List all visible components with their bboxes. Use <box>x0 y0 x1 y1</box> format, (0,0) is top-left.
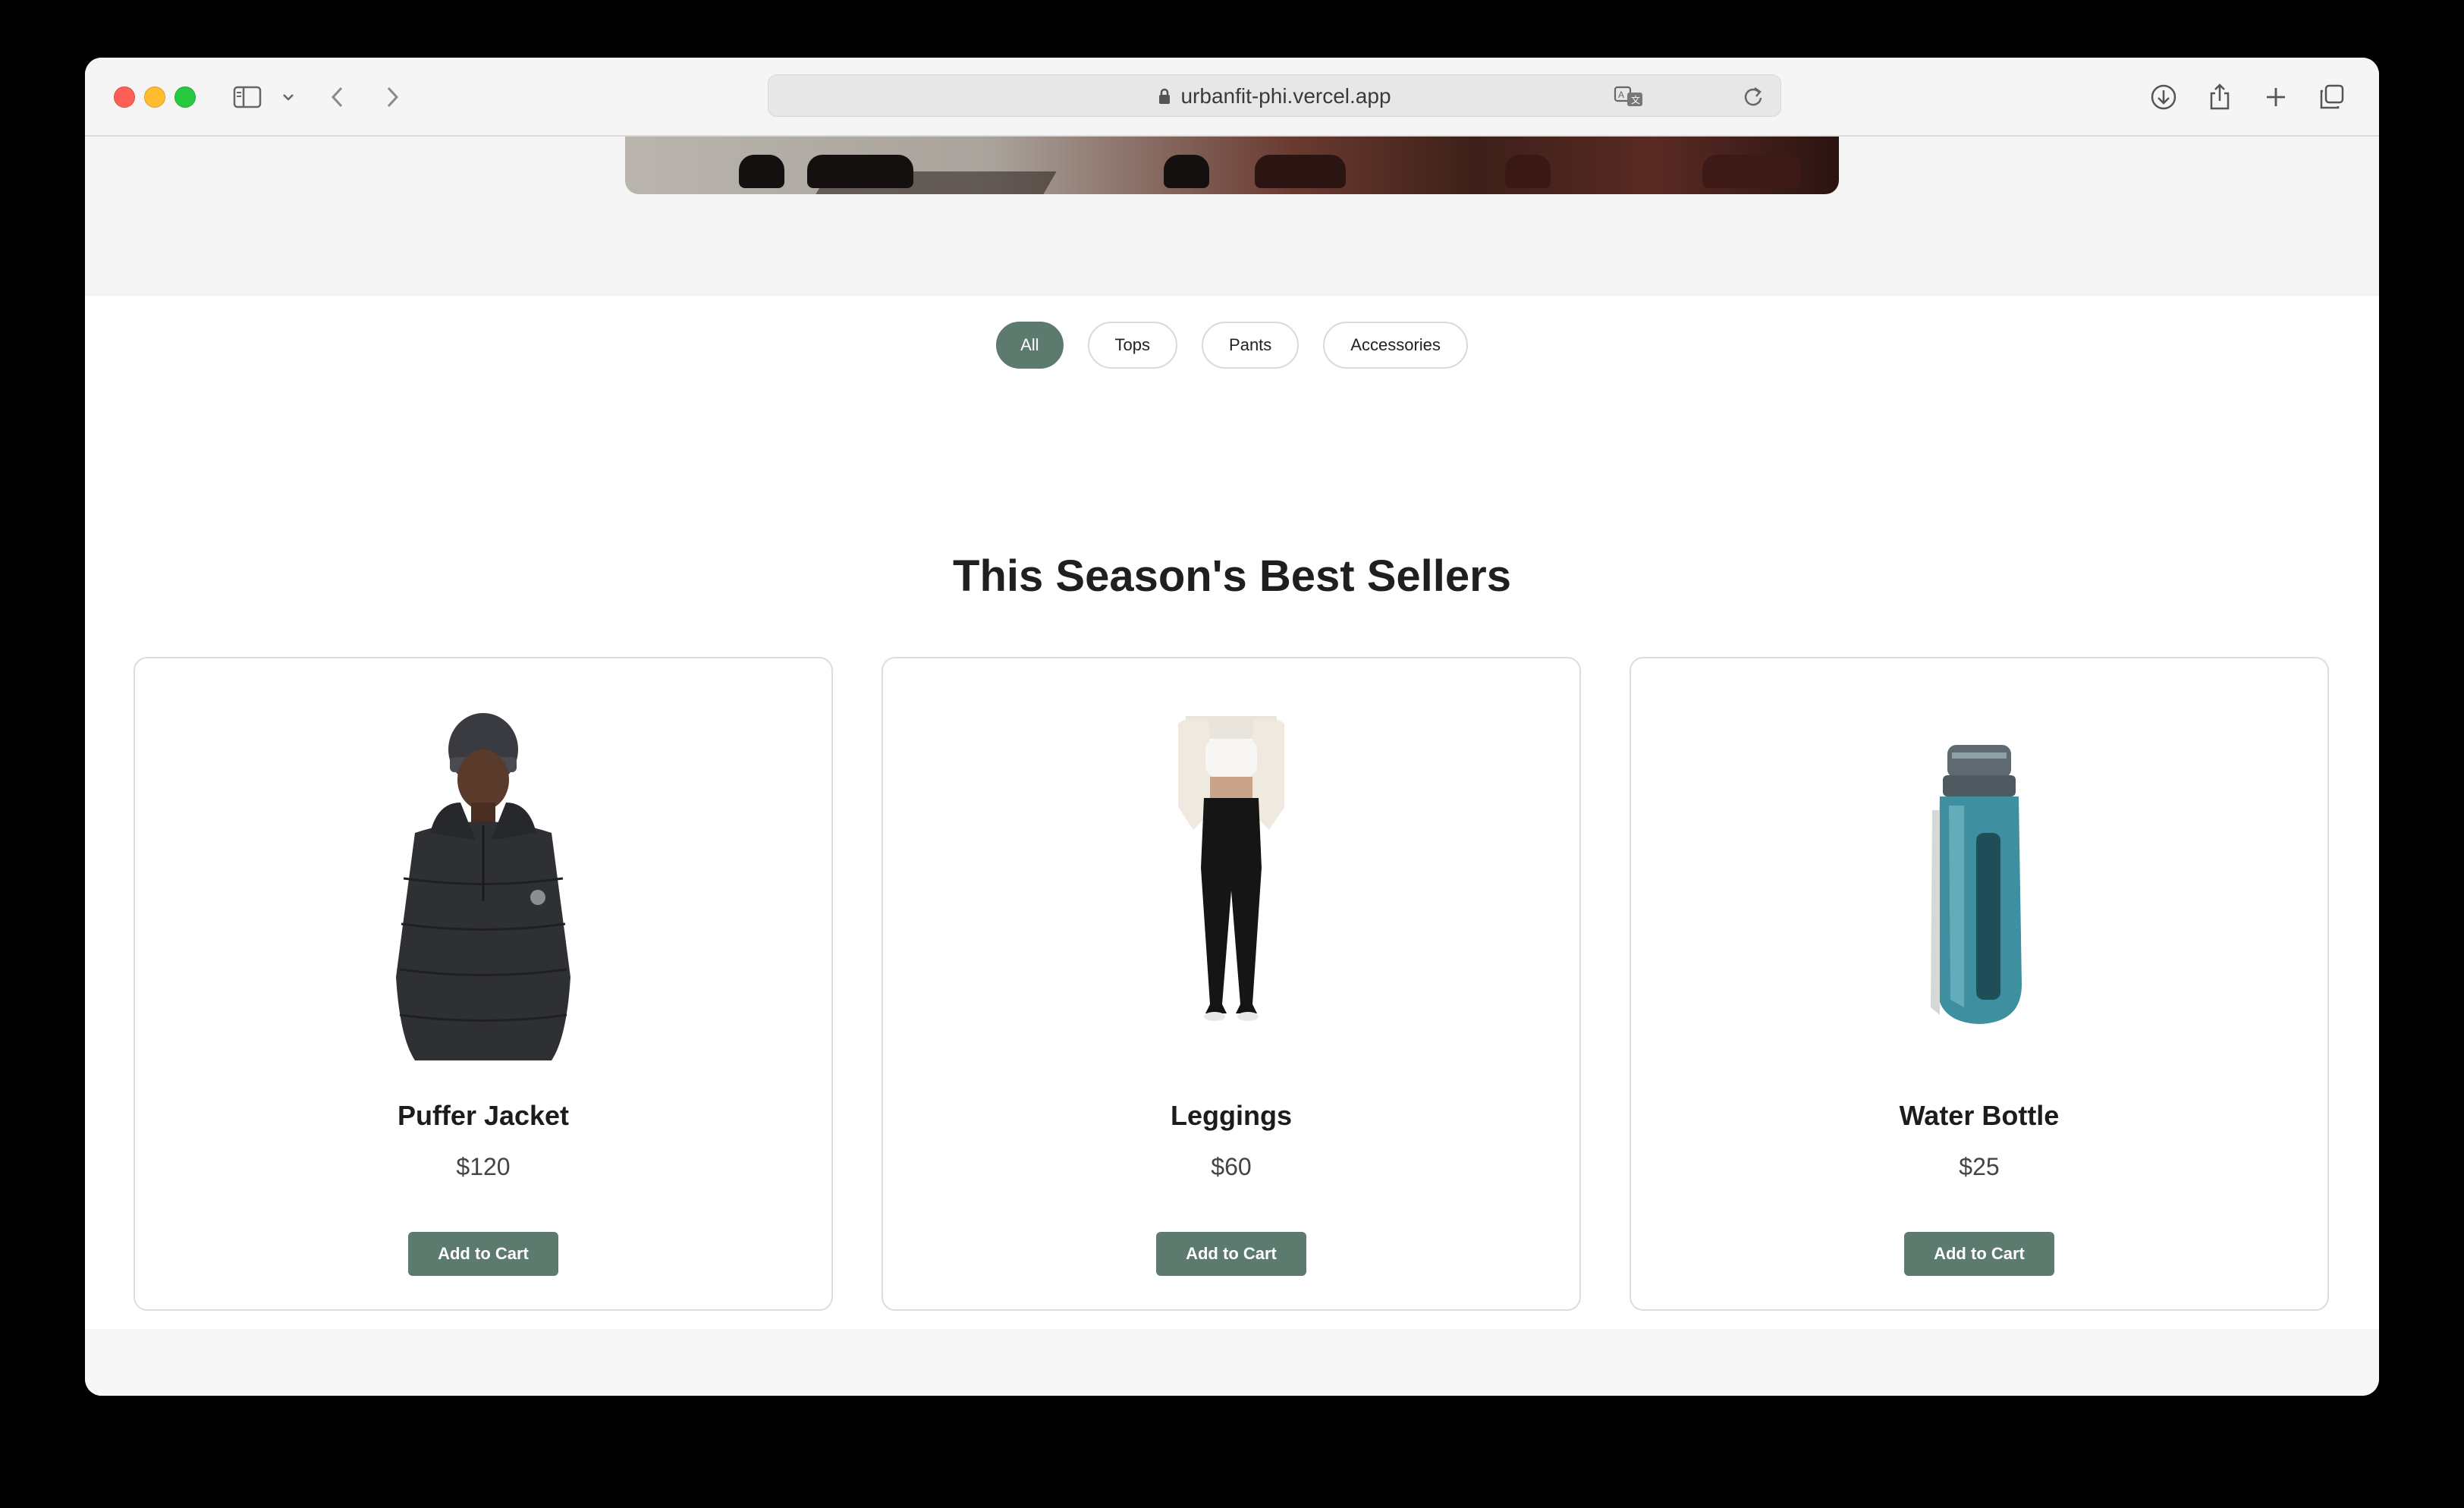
translate-icon[interactable]: A文 <box>1614 75 1644 118</box>
new-tab-icon[interactable] <box>2261 76 2291 118</box>
product-name: Leggings <box>1171 1100 1292 1131</box>
page-content: All Tops Pants Accessories This Season's… <box>85 137 2379 1396</box>
add-to-cart-button[interactable]: Add to Cart <box>1156 1232 1306 1276</box>
hero-banner-image <box>625 137 1839 194</box>
product-card: Water Bottle $25 Add to Cart <box>1630 657 2329 1311</box>
tabs-overview-icon[interactable] <box>2317 76 2347 118</box>
share-icon[interactable] <box>2205 76 2235 118</box>
leggings-image[interactable] <box>883 704 1579 1060</box>
filter-pants[interactable]: Pants <box>1202 322 1300 369</box>
lock-icon <box>1158 87 1171 105</box>
browser-window: urbanfit-phi.vercel.app A文 All Tops Pant… <box>85 58 2379 1396</box>
minimize-window-button[interactable] <box>144 86 165 108</box>
chevron-down-icon[interactable] <box>279 76 297 118</box>
svg-text:A: A <box>1618 90 1624 100</box>
filter-tops[interactable]: Tops <box>1087 322 1178 369</box>
svg-text:文: 文 <box>1631 94 1640 105</box>
sidebar-icon[interactable] <box>231 76 264 118</box>
close-window-button[interactable] <box>114 86 135 108</box>
back-icon[interactable] <box>326 76 349 118</box>
zoom-window-button[interactable] <box>174 86 196 108</box>
forward-icon[interactable] <box>381 76 404 118</box>
water-bottle-image[interactable] <box>1631 704 2327 1060</box>
add-to-cart-button[interactable]: Add to Cart <box>408 1232 558 1276</box>
browser-toolbar: urbanfit-phi.vercel.app A文 <box>85 58 2379 137</box>
puffer-jacket-image[interactable] <box>135 704 831 1060</box>
product-price: $120 <box>456 1153 511 1180</box>
product-name: Water Bottle <box>1899 1100 2060 1131</box>
section-title: This Season's Best Sellers <box>953 551 1511 601</box>
url-text[interactable]: urbanfit-phi.vercel.app <box>1180 84 1391 108</box>
product-price: $25 <box>1959 1153 2000 1180</box>
download-icon[interactable] <box>2148 76 2179 118</box>
product-grid: Puffer Jacket $120 Add to Cart Leggings … <box>134 657 2330 1314</box>
hero-section <box>85 137 2379 296</box>
product-price: $60 <box>1211 1153 1252 1180</box>
footer-section <box>85 1329 2379 1396</box>
category-filters: All Tops Pants Accessories <box>85 322 2379 369</box>
filter-accessories[interactable]: Accessories <box>1323 322 1468 369</box>
address-bar[interactable]: urbanfit-phi.vercel.app A文 <box>768 74 1781 117</box>
product-card: Puffer Jacket $120 Add to Cart <box>134 657 833 1311</box>
reload-icon[interactable] <box>1743 75 1764 118</box>
add-to-cart-button[interactable]: Add to Cart <box>1904 1232 2054 1276</box>
filter-all[interactable]: All <box>996 322 1064 369</box>
product-card: Leggings $60 Add to Cart <box>882 657 1581 1311</box>
product-name: Puffer Jacket <box>397 1100 570 1131</box>
